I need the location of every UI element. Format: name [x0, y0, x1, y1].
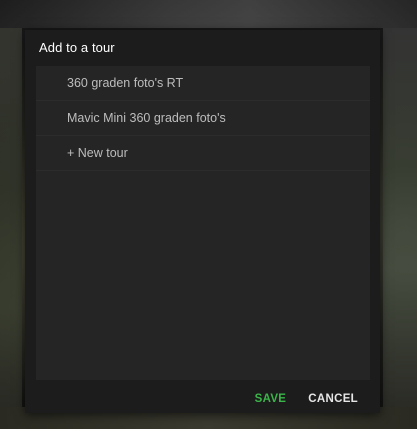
save-button[interactable]: SAVE: [255, 393, 287, 405]
new-tour-button[interactable]: + New tour: [36, 136, 370, 171]
panorama-left-edge: [0, 28, 22, 429]
panorama-sky: [0, 0, 417, 28]
tour-item[interactable]: 360 graden foto's RT: [36, 66, 370, 101]
add-to-tour-dialog: Add to a tour 360 graden foto's RT Mavic…: [25, 30, 380, 413]
cancel-button[interactable]: CANCEL: [308, 393, 358, 405]
panorama-right-edge: [383, 28, 417, 429]
dialog-actions: SAVE CANCEL: [255, 388, 380, 410]
tour-item[interactable]: Mavic Mini 360 graden foto's: [36, 101, 370, 136]
dialog-title: Add to a tour: [39, 40, 115, 55]
tour-list[interactable]: 360 graden foto's RT Mavic Mini 360 grad…: [36, 66, 370, 380]
